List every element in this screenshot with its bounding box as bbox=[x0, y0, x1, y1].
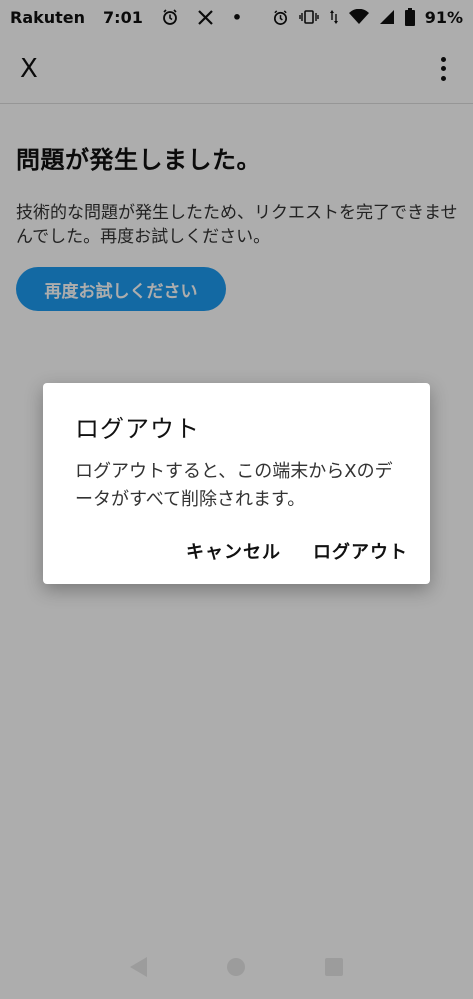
logout-button[interactable]: ログアウト bbox=[313, 538, 408, 564]
dialog-message: ログアウトすると、この端末からXのデータがすべて削除されます。 bbox=[75, 461, 393, 510]
dialog-actions: キャンセル ログアウト bbox=[186, 538, 408, 564]
dialog-title: ログアウト bbox=[75, 415, 200, 443]
cancel-button[interactable]: キャンセル bbox=[186, 538, 281, 564]
logout-dialog: ログアウト ログアウトすると、この端末からXのデータがすべて削除されます。 キャ… bbox=[43, 383, 430, 584]
